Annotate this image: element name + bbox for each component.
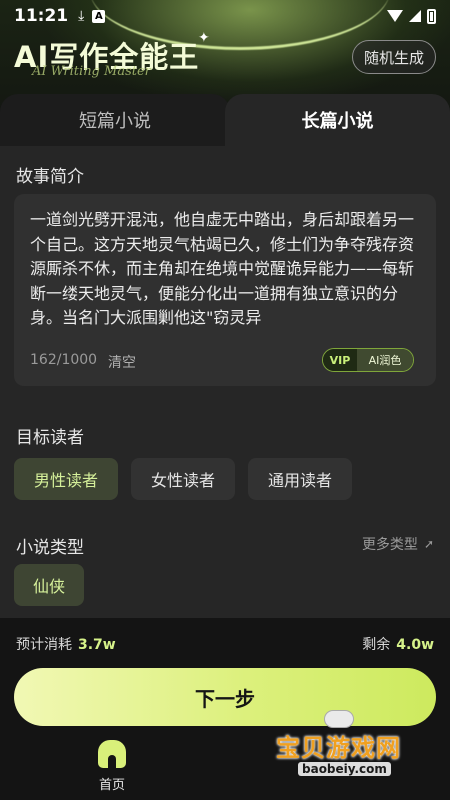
signal-icon: [409, 10, 421, 22]
status-time: 11:21: [14, 6, 69, 26]
remaining-label: 剩余: [362, 637, 391, 653]
tab-bar: 短篇小说 长篇小说: [0, 94, 450, 146]
estimated-cost-label: 预计消耗: [16, 637, 72, 653]
home-icon: [98, 740, 126, 768]
download-icon: ⤓: [78, 8, 85, 24]
estimated-cost: 预计消耗 3.7w: [16, 634, 116, 654]
app-a-icon: A: [92, 9, 106, 23]
tab-long-story[interactable]: 长篇小说: [225, 94, 450, 146]
app-subtitle: AI Writing Master: [32, 64, 151, 79]
watermark: 宝贝游戏网 baobeiy.com: [262, 710, 442, 790]
estimated-cost-value: 3.7w: [78, 637, 116, 653]
watermark-url: baobeiy.com: [298, 762, 391, 776]
nav-item-home[interactable]: 首页: [84, 740, 140, 798]
arrow-icon: ➚: [423, 537, 434, 551]
story-intro-card[interactable]: 一道剑光劈开混沌，他自虚无中踏出，身后却跟着另一个自己。这方天地灵气枯竭已久，修…: [14, 194, 436, 386]
vip-badge: VIP: [323, 349, 357, 371]
remaining-value: 4.0w: [396, 637, 434, 653]
more-types-link[interactable]: 更多类型 ➚: [362, 534, 434, 554]
sparkle-icon: ✦: [198, 30, 210, 46]
remaining-balance: 剩余 4.0w: [362, 634, 434, 654]
watermark-title: 宝贝游戏网: [276, 734, 401, 762]
random-generate-button[interactable]: 随机生成: [352, 40, 436, 74]
more-types-label: 更多类型: [361, 537, 418, 553]
tab-short-story[interactable]: 短篇小说: [0, 94, 230, 146]
target-readers-label: 目标读者: [16, 428, 84, 448]
reader-option-male[interactable]: 男性读者: [14, 458, 118, 500]
cost-row: 预计消耗 3.7w 剩余 4.0w: [0, 618, 450, 668]
story-intro-textarea[interactable]: 一道剑光劈开混沌，他自虚无中踏出，身后却跟着另一个自己。这方天地灵气枯竭已久，修…: [30, 208, 422, 332]
clear-button[interactable]: 清空: [108, 352, 136, 372]
story-intro-label: 故事简介: [16, 167, 84, 187]
genre-option-xianxia[interactable]: 仙侠: [14, 564, 84, 606]
wifi-icon: [387, 10, 403, 22]
nav-home-label: 首页: [98, 778, 125, 793]
reader-option-general[interactable]: 通用读者: [248, 458, 352, 500]
ai-polish-label: AI润色: [357, 349, 413, 371]
battery-icon: [427, 8, 436, 24]
gamepad-icon: [324, 710, 354, 728]
ai-polish-button[interactable]: VIP AI润色: [322, 348, 414, 372]
novel-type-label: 小说类型: [16, 538, 84, 558]
char-count: 162/1000: [30, 352, 98, 368]
status-bar: 11:21 ⤓ A: [0, 0, 450, 32]
reader-option-female[interactable]: 女性读者: [131, 458, 235, 500]
